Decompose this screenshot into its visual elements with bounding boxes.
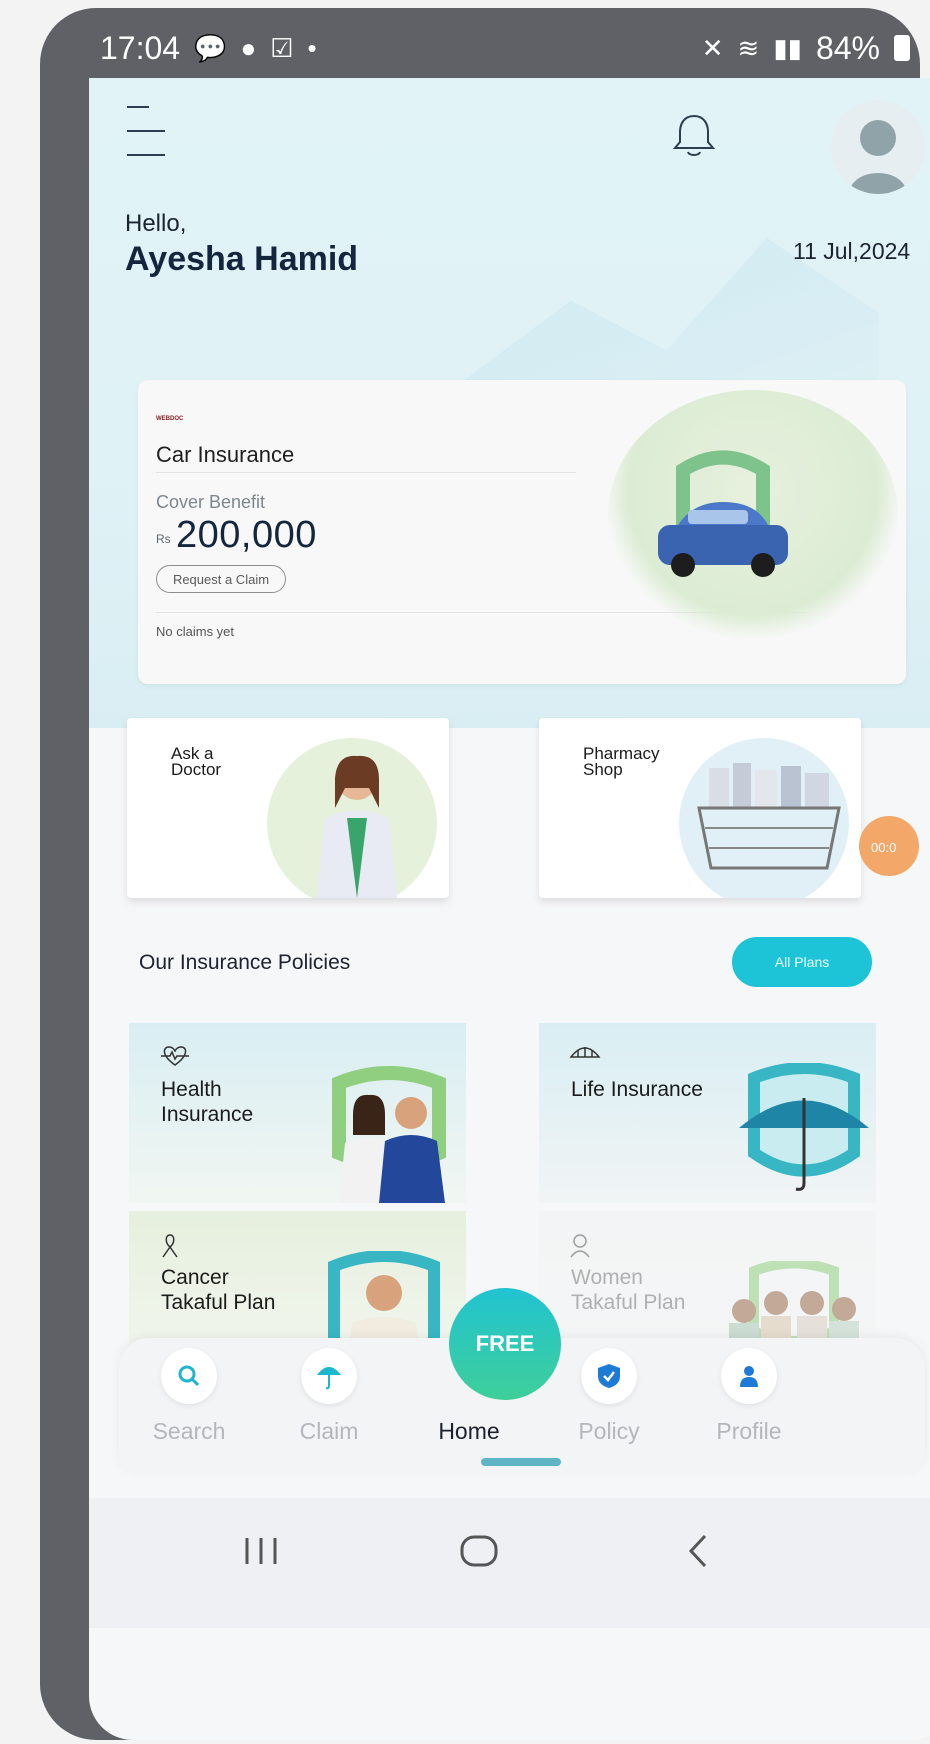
nav-home-label: Home bbox=[438, 1418, 500, 1444]
greeting: Hello, bbox=[125, 210, 187, 237]
dot-icon: • bbox=[307, 32, 317, 63]
umbrella-icon bbox=[301, 1348, 357, 1404]
umbrella-icon bbox=[569, 1045, 601, 1073]
fikr-free-logo[interactable]: FREE bbox=[449, 1288, 561, 1400]
nav-claim-label: Claim bbox=[299, 1418, 359, 1444]
heartbeat-icon bbox=[159, 1045, 191, 1073]
menu-line bbox=[127, 130, 165, 132]
signal-icon: ▮▮ bbox=[773, 32, 802, 63]
currency-symbol: Rs bbox=[156, 532, 171, 546]
wifi-icon: ≋ bbox=[737, 32, 760, 63]
pharmacy-shop-label: Pharmacy Shop bbox=[583, 744, 660, 779]
ask-doctor-card[interactable]: Ask a Doctor bbox=[127, 718, 449, 898]
cancer-takaful-label: Cancer Takaful Plan bbox=[161, 1266, 276, 1314]
user-name: Ayesha Hamid bbox=[125, 240, 359, 278]
divider bbox=[156, 472, 576, 473]
chat-icon: 💬 bbox=[194, 32, 227, 63]
pharmacy-basket-illustration bbox=[697, 763, 841, 870]
app-notification-icon: ● bbox=[240, 32, 257, 63]
notification-bell-icon[interactable] bbox=[669, 108, 719, 162]
section-title: Our Insurance Policies bbox=[139, 951, 351, 974]
nav-search[interactable]: Search bbox=[129, 1338, 249, 1473]
mute-icon: ✕ bbox=[701, 32, 724, 63]
ribbon-icon bbox=[159, 1233, 181, 1265]
active-tab-indicator bbox=[481, 1458, 561, 1466]
battery-percent: 84% bbox=[815, 29, 880, 66]
menu-line bbox=[127, 106, 149, 108]
health-insurance-card[interactable]: Health Insurance bbox=[129, 1023, 466, 1203]
timer-badge[interactable]: 00:0 bbox=[859, 816, 919, 876]
home-logo-text: FREE bbox=[475, 1331, 535, 1356]
card-title: Car Insurance bbox=[156, 442, 295, 467]
nav-profile[interactable]: Profile bbox=[689, 1338, 809, 1473]
nav-search-label: Search bbox=[152, 1418, 226, 1444]
shield-icon bbox=[581, 1348, 637, 1404]
life-insurance-illustration bbox=[739, 1063, 869, 1191]
recent-apps-icon[interactable] bbox=[241, 1534, 281, 1568]
back-icon[interactable] bbox=[683, 1532, 713, 1570]
insurance-card[interactable]: WEBDOC Car Insurance Cover Benefit Rs 20… bbox=[138, 380, 906, 684]
nav-policy[interactable]: Policy bbox=[549, 1338, 669, 1473]
system-navigation-bar bbox=[89, 1498, 930, 1628]
cover-label: Cover Benefit bbox=[156, 492, 266, 512]
doctor-illustration bbox=[317, 755, 397, 898]
brand-logo: WEBDOC bbox=[156, 416, 184, 422]
life-insurance-label: Life Insurance bbox=[571, 1078, 703, 1101]
request-claim-button[interactable]: Request a Claim bbox=[156, 565, 286, 593]
status-time: 17:04 bbox=[100, 29, 181, 66]
health-insurance-label: Health Insurance bbox=[161, 1078, 254, 1126]
life-insurance-card[interactable]: Life Insurance bbox=[539, 1023, 876, 1203]
cover-amount: 200,000 bbox=[176, 514, 317, 556]
all-plans-button[interactable]: All Plans bbox=[732, 937, 872, 987]
woman-icon bbox=[569, 1233, 591, 1265]
menu-button[interactable] bbox=[127, 106, 173, 166]
phone-frame: 17:04 💬 ● ☑ • ✕ ≋ ▮▮ 84% Hello, Ayesha H… bbox=[40, 8, 930, 1740]
checkbox-icon: ☑ bbox=[270, 32, 294, 63]
nav-claim[interactable]: Claim bbox=[269, 1338, 389, 1473]
menu-line bbox=[127, 154, 165, 156]
ask-doctor-label: Ask a Doctor bbox=[171, 744, 222, 779]
women-takaful-label: Women Takaful Plan bbox=[571, 1266, 686, 1314]
health-insurance-illustration bbox=[332, 1066, 446, 1203]
battery-icon bbox=[894, 35, 910, 61]
pharmacy-shop-card[interactable]: Pharmacy Shop bbox=[539, 718, 861, 898]
person-icon bbox=[721, 1348, 777, 1404]
avatar[interactable] bbox=[831, 100, 925, 194]
claims-status: No claims yet bbox=[156, 624, 235, 639]
car-shield-illustration bbox=[658, 450, 788, 577]
home-icon[interactable] bbox=[459, 1534, 499, 1568]
nav-policy-label: Policy bbox=[578, 1418, 640, 1444]
nav-profile-label: Profile bbox=[716, 1418, 782, 1444]
search-icon bbox=[161, 1348, 217, 1404]
bottom-nav: Search Claim Home FREE Policy Profile bbox=[119, 1288, 925, 1473]
app-screen: Hello, Ayesha Hamid 11 Jul,2024 WEBDOC C… bbox=[89, 78, 930, 1740]
status-bar: 17:04 💬 ● ☑ • ✕ ≋ ▮▮ 84% bbox=[100, 28, 910, 68]
current-date: 11 Jul,2024 bbox=[793, 238, 911, 264]
